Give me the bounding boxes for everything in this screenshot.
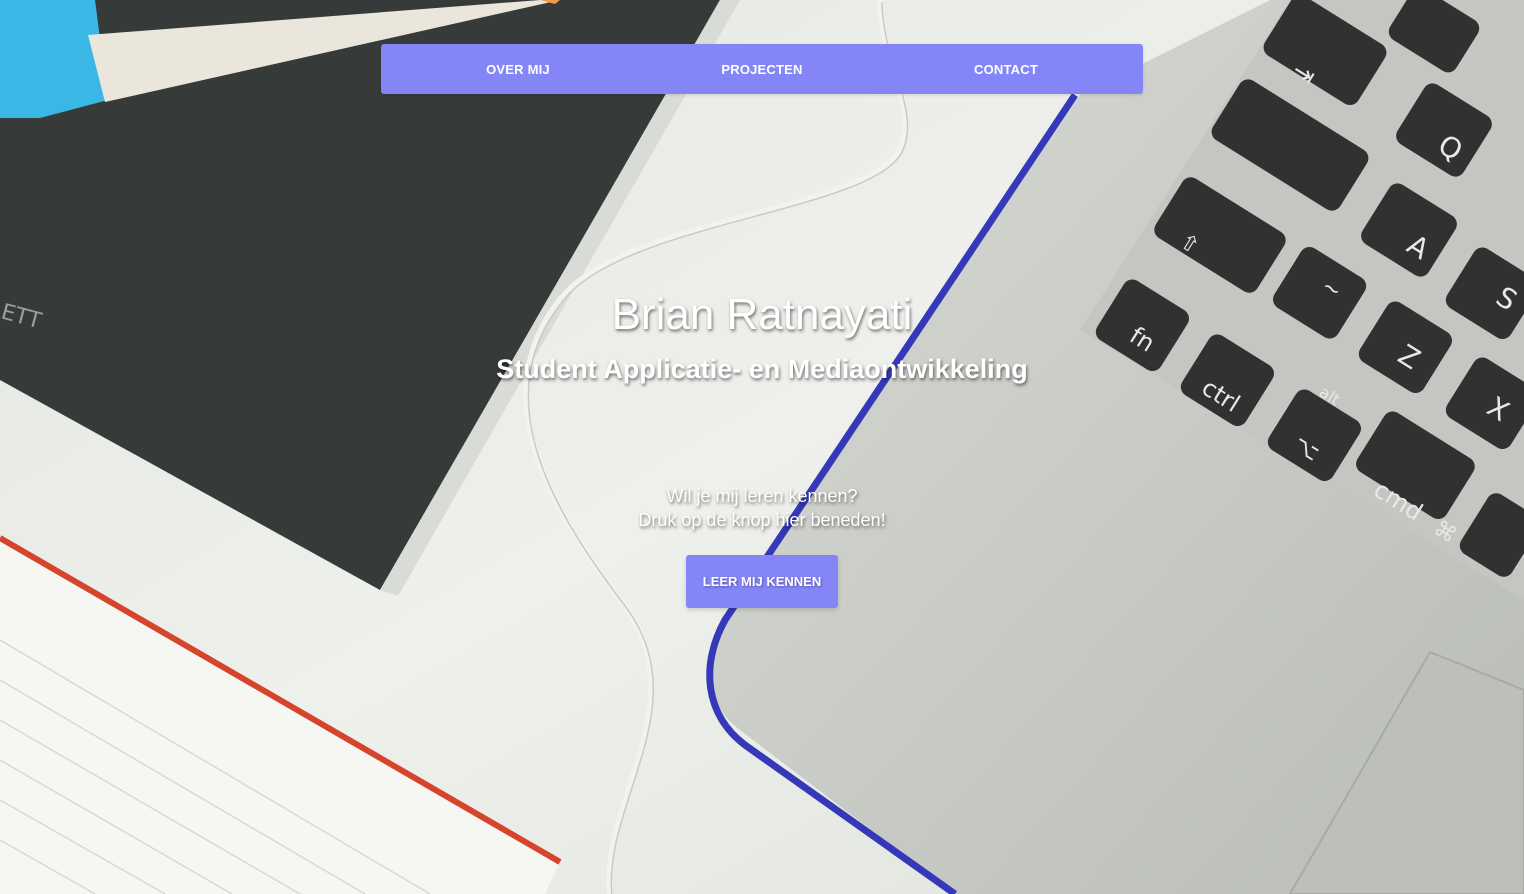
hero-background-image: fn ctrl alt cmd Q A S Z X ~ ⌥ ⌘ ⇥ ⇧ ETT [0, 0, 1524, 894]
hero-question-line-1: Wil je mij leren kennen? [666, 486, 858, 506]
hero-question-line-2: Druk op de knop hier beneden! [638, 510, 886, 530]
nav-link-projecten[interactable]: PROJECTEN [655, 62, 869, 77]
nav-link-contact[interactable]: CONTACT [869, 62, 1143, 77]
landing-page: fn ctrl alt cmd Q A S Z X ~ ⌥ ⌘ ⇥ ⇧ ETT … [0, 0, 1524, 894]
main-navigation: OVER MIJ PROJECTEN CONTACT [381, 44, 1143, 94]
leer-mij-kennen-button[interactable]: LEER MIJ KENNEN [686, 555, 838, 608]
hero-title: Brian Ratnayati [611, 290, 913, 339]
hero-question: Wil je mij leren kennen? Druk op de knop… [0, 484, 1524, 532]
nav-link-over-mij[interactable]: OVER MIJ [381, 62, 655, 77]
hero-subtitle: Student Applicatie- en Mediaontwikkeling [496, 354, 1028, 384]
